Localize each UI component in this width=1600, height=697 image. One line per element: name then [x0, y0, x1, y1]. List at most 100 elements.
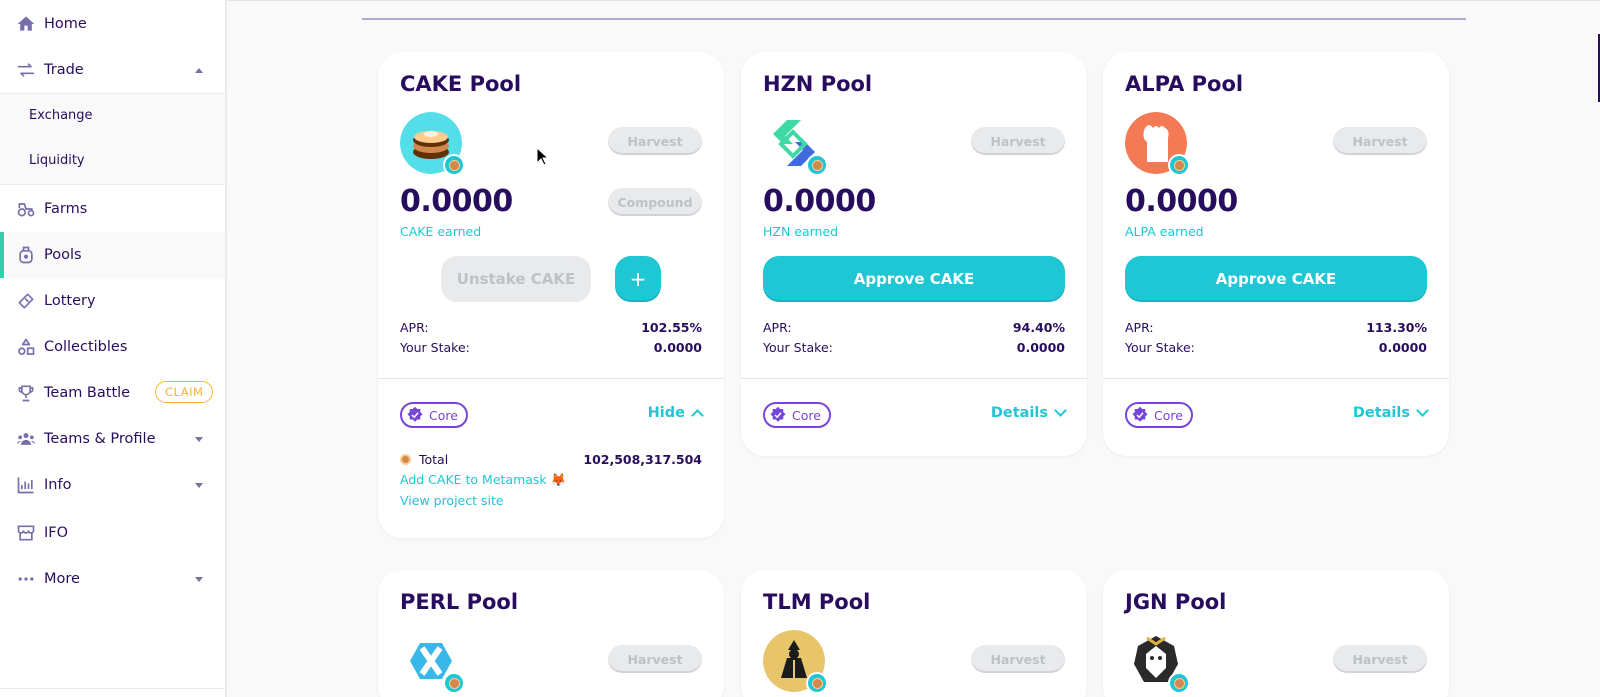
- card-divider: [1103, 378, 1449, 379]
- details-toggle[interactable]: Details: [991, 404, 1067, 421]
- add-to-metamask-link[interactable]: Add CAKE to Metamask 🦊: [400, 472, 566, 488]
- section-divider: [362, 18, 1466, 20]
- apr-label: APR:: [763, 320, 792, 335]
- swap-icon: [15, 59, 37, 81]
- sidebar-item-home[interactable]: Home: [0, 1, 225, 47]
- sidebar-item-teams-profile[interactable]: Teams & Profile: [0, 416, 225, 462]
- card-title: JGN Pool: [1125, 590, 1227, 614]
- card-title: PERL Pool: [400, 590, 519, 614]
- apr-row: APR: 113.30%: [1125, 320, 1427, 335]
- sidebar-item-info[interactable]: Info: [0, 462, 225, 508]
- pool-card-hzn: HZN Pool Harvest 0.0000 HZN earned Appro…: [741, 52, 1087, 456]
- hide-toggle[interactable]: Hide: [648, 405, 704, 422]
- earned-value: 0.0000: [400, 184, 513, 219]
- sidebar-item-farms[interactable]: Farms: [0, 186, 225, 232]
- pool-card-jgn: JGN Pool Harvest: [1103, 570, 1449, 697]
- chart-icon: [15, 474, 37, 496]
- home-icon: [15, 13, 37, 35]
- view-project-site-link[interactable]: View project site: [400, 493, 504, 508]
- cake-badge-icon: [443, 154, 465, 176]
- harvest-button[interactable]: Harvest: [1333, 645, 1427, 673]
- harvest-button[interactable]: Harvest: [608, 127, 702, 155]
- shapes-icon: [15, 336, 37, 358]
- ticket-icon: [15, 290, 37, 312]
- cake-badge-icon: [1168, 154, 1190, 176]
- verified-icon: [407, 406, 423, 422]
- sidebar-item-label: Farms: [44, 201, 88, 217]
- harvest-button[interactable]: Harvest: [1333, 127, 1427, 155]
- card-title: HZN Pool: [763, 72, 873, 96]
- apr-label: APR:: [400, 320, 429, 335]
- total-value: 102,508,317.504: [583, 452, 702, 467]
- pool-card-alpa: ALPA Pool Harvest 0.0000 ALPA earned App…: [1103, 52, 1449, 456]
- claim-badge[interactable]: CLAIM: [155, 381, 214, 403]
- approve-button[interactable]: Approve CAKE: [1125, 256, 1427, 302]
- token-logo: [763, 112, 828, 176]
- earned-value: 0.0000: [763, 184, 876, 219]
- sidebar-subitem-exchange[interactable]: Exchange: [29, 108, 93, 123]
- cake-badge-icon: [806, 154, 828, 176]
- cake-badge-icon: [1168, 672, 1190, 694]
- earned-label: CAKE earned: [400, 224, 482, 239]
- toggle-label: Details: [1352, 405, 1410, 421]
- earned-label: ALPA earned: [1125, 224, 1204, 239]
- sidebar-item-team-battle[interactable]: Team Battle CLAIM: [0, 370, 225, 416]
- sidebar-item-ifo[interactable]: IFO: [0, 510, 225, 556]
- core-tag-label: Core: [792, 407, 821, 423]
- sidebar-item-trade[interactable]: Trade: [0, 47, 225, 93]
- harvest-button[interactable]: Harvest: [608, 645, 702, 673]
- earned-value: 0.0000: [1125, 184, 1238, 219]
- cake-token-icon: [400, 454, 411, 465]
- harvest-button[interactable]: Harvest: [971, 645, 1065, 673]
- token-logo: [400, 112, 465, 176]
- stake-row: Your Stake: 0.0000: [400, 340, 702, 355]
- harvest-button[interactable]: Harvest: [971, 127, 1065, 155]
- stake-value: 0.0000: [1378, 340, 1427, 355]
- pool-card-cake: CAKE Pool Harvest Compound 0.0000 CAKE e…: [378, 52, 724, 538]
- stake-value: 0.0000: [653, 340, 702, 355]
- chevron-up-icon: [691, 409, 704, 422]
- chevron-down-icon: [1054, 404, 1067, 417]
- chevron-down-icon: [195, 576, 203, 582]
- sidebar-item-label: Pools: [44, 247, 82, 263]
- core-tag: Core: [763, 402, 831, 428]
- store-icon: [15, 522, 37, 544]
- sidebar-item-collectibles[interactable]: Collectibles: [0, 324, 225, 370]
- sidebar-item-label: More: [44, 571, 80, 587]
- tractor-icon: [15, 198, 37, 220]
- sidebar-item-pools[interactable]: Pools: [0, 232, 225, 278]
- mouse-cursor-icon: [536, 147, 550, 166]
- card-divider: [741, 378, 1087, 379]
- sidebar-item-label: Info: [44, 477, 72, 493]
- approve-button[interactable]: Approve CAKE: [763, 256, 1065, 302]
- sidebar-subitem-liquidity[interactable]: Liquidity: [29, 153, 85, 168]
- stake-plus-button[interactable]: +: [615, 256, 661, 302]
- chevron-down-icon: [1416, 404, 1429, 417]
- verified-icon: [1132, 406, 1148, 422]
- sidebar-item-label: Home: [44, 16, 87, 32]
- cake-badge-icon: [443, 672, 465, 694]
- apr-row: APR: 94.40%: [763, 320, 1065, 335]
- apr-value: 113.30%: [1366, 320, 1427, 335]
- core-tag-label: Core: [429, 407, 458, 423]
- compound-button[interactable]: Compound: [608, 188, 702, 216]
- stake-label: Your Stake:: [1125, 340, 1195, 355]
- apr-label: APR:: [1125, 320, 1154, 335]
- sidebar-item-label: Teams & Profile: [44, 431, 156, 447]
- sidebar-divider: [0, 688, 225, 689]
- earned-label: HZN earned: [763, 224, 839, 239]
- unstake-button[interactable]: Unstake CAKE: [441, 256, 591, 302]
- chevron-up-icon: [195, 67, 203, 73]
- core-tag: Core: [400, 402, 468, 428]
- card-title: TLM Pool: [763, 590, 871, 614]
- token-logo: [763, 630, 828, 694]
- sidebar-item-label: Team Battle: [44, 385, 131, 401]
- sidebar-item-lottery[interactable]: Lottery: [0, 278, 225, 324]
- sidebar-item-label: Lottery: [44, 293, 96, 309]
- cake-badge-icon: [806, 672, 828, 694]
- pot-icon: [15, 244, 37, 266]
- apr-row: APR: 102.55%: [400, 320, 702, 335]
- details-toggle[interactable]: Details: [1352, 404, 1429, 421]
- sidebar-item-label: Collectibles: [44, 339, 128, 355]
- sidebar-item-more[interactable]: More: [0, 556, 225, 602]
